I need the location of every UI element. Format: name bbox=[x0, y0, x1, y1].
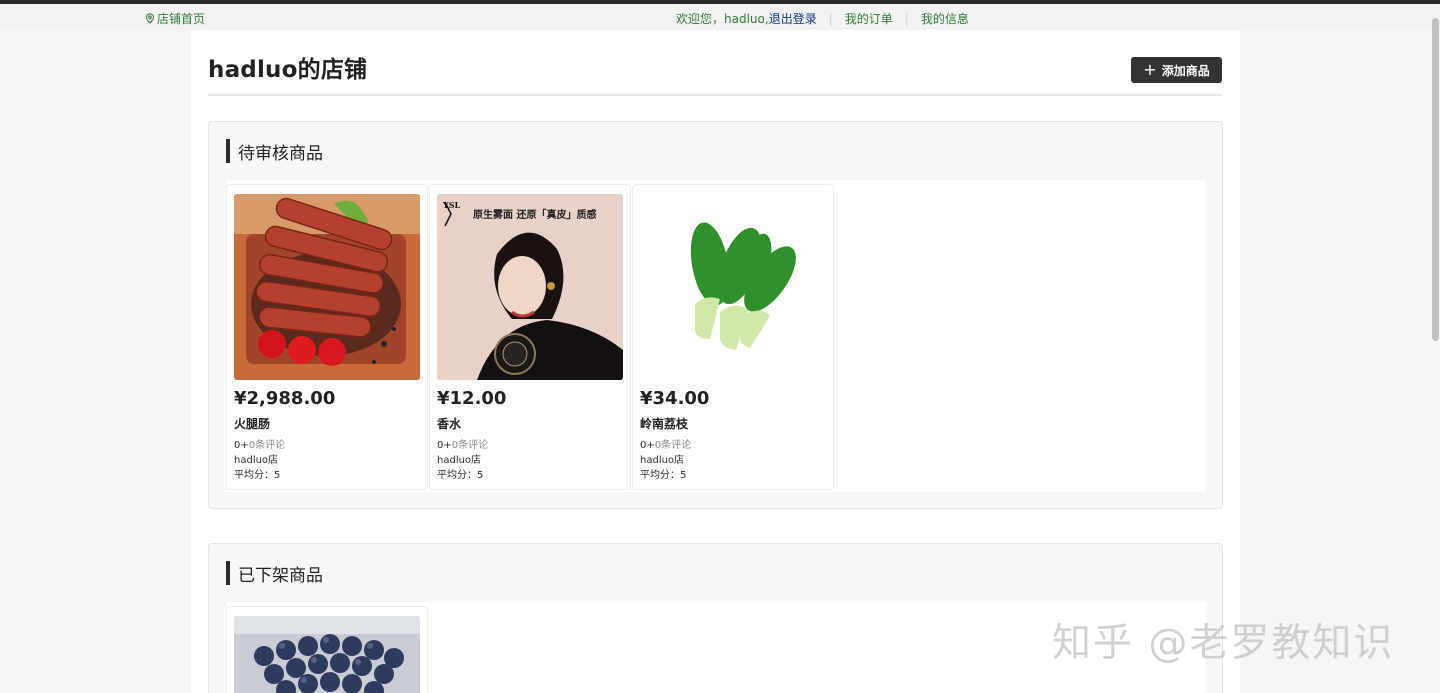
product-card[interactable] bbox=[226, 606, 428, 693]
location-pin-icon bbox=[146, 13, 154, 24]
rating-count: 0+ bbox=[640, 440, 655, 451]
shop-title: hadluo的店铺 bbox=[208, 57, 368, 83]
section-header: 待审核商品 bbox=[226, 139, 323, 164]
shop-page: hadluo的店铺 + 添加商品 待审核商品 ¥2,988.00 火腿肠 0+0… bbox=[191, 30, 1240, 693]
watermark: 知乎 @老罗教知识 bbox=[1052, 621, 1395, 666]
product-avg-score: 平均分：5 bbox=[234, 470, 281, 481]
my-info-link[interactable]: 我的信息 bbox=[921, 10, 969, 27]
product-name[interactable]: 火腿肠 bbox=[234, 415, 270, 432]
product-price: ¥2,988.00 bbox=[234, 388, 336, 409]
nav-separator: | bbox=[904, 11, 909, 26]
review-count: 0条评论 bbox=[248, 440, 286, 451]
brand-mark: YSL bbox=[443, 200, 461, 210]
product-price: ¥34.00 bbox=[640, 388, 710, 409]
review-count: 0条评论 bbox=[451, 440, 489, 451]
product-name[interactable]: 岭南荔枝 bbox=[640, 415, 688, 432]
page-scrollbar[interactable] bbox=[1432, 18, 1439, 341]
product-card[interactable]: ¥2,988.00 火腿肠 0+0条评论 hadluo店 平均分：5 bbox=[226, 184, 428, 490]
nav-separator: | bbox=[828, 11, 833, 26]
section-title: 待审核商品 bbox=[238, 143, 323, 164]
top-nav-bar: 店铺首页 欢迎您，hadluo, 退出登录 | 我的订单 | 我的信息 bbox=[0, 4, 1440, 30]
product-store: hadluo店 bbox=[234, 455, 279, 466]
section-header: 已下架商品 bbox=[226, 561, 323, 586]
product-rating: 0+0条评论 bbox=[234, 436, 285, 451]
my-orders-link[interactable]: 我的订单 bbox=[845, 10, 893, 27]
rating-count: 0+ bbox=[234, 440, 249, 451]
product-store: hadluo店 bbox=[640, 455, 685, 466]
add-product-label: 添加商品 bbox=[1161, 63, 1210, 78]
user-nav: 欢迎您，hadluo, 退出登录 | 我的订单 | 我的信息 bbox=[676, 10, 969, 27]
plus-icon: + bbox=[1143, 60, 1157, 79]
product-card[interactable]: ¥34.00 岭南荔枝 0+0条评论 hadluo店 平均分：5 bbox=[632, 184, 834, 490]
product-image-bok-choy[interactable] bbox=[640, 194, 826, 380]
shop-home-label: 店铺首页 bbox=[157, 12, 206, 26]
title-divider bbox=[208, 94, 1222, 96]
welcome-text: 欢迎您，hadluo, bbox=[676, 12, 769, 26]
product-name[interactable]: 香水 bbox=[437, 415, 461, 432]
section-title: 已下架商品 bbox=[238, 565, 323, 586]
add-product-button[interactable]: + 添加商品 bbox=[1131, 57, 1222, 83]
product-image-sausage[interactable] bbox=[234, 194, 420, 380]
rating-count: 0+ bbox=[437, 440, 452, 451]
product-image-blueberries[interactable] bbox=[234, 616, 420, 693]
product-avg-score: 平均分：5 bbox=[640, 470, 687, 481]
product-card[interactable]: YSL 原生雾面 还原「真皮」质感 ¥12.00 香水 0+0条评论 hadlu… bbox=[429, 184, 631, 490]
pending-products-section: 待审核商品 ¥2,988.00 火腿肠 0+0条评论 hadluo店 平均分：5… bbox=[208, 121, 1223, 509]
product-rating: 0+0条评论 bbox=[437, 436, 488, 451]
product-avg-score: 平均分：5 bbox=[437, 470, 484, 481]
section-accent-bar bbox=[226, 561, 230, 585]
product-store: hadluo店 bbox=[437, 455, 482, 466]
ad-caption: 原生雾面 还原「真皮」质感 bbox=[473, 210, 597, 221]
logout-link[interactable]: 退出登录 bbox=[769, 10, 817, 27]
product-image-perfume[interactable]: YSL 原生雾面 还原「真皮」质感 bbox=[437, 194, 623, 380]
product-grid: ¥2,988.00 火腿肠 0+0条评论 hadluo店 平均分：5 YSL 原… bbox=[226, 180, 1206, 492]
product-rating: 0+0条评论 bbox=[640, 436, 691, 451]
product-price: ¥12.00 bbox=[437, 388, 507, 409]
section-accent-bar bbox=[226, 139, 230, 163]
review-count: 0条评论 bbox=[654, 440, 692, 451]
shop-home-link[interactable]: 店铺首页 bbox=[145, 10, 205, 27]
